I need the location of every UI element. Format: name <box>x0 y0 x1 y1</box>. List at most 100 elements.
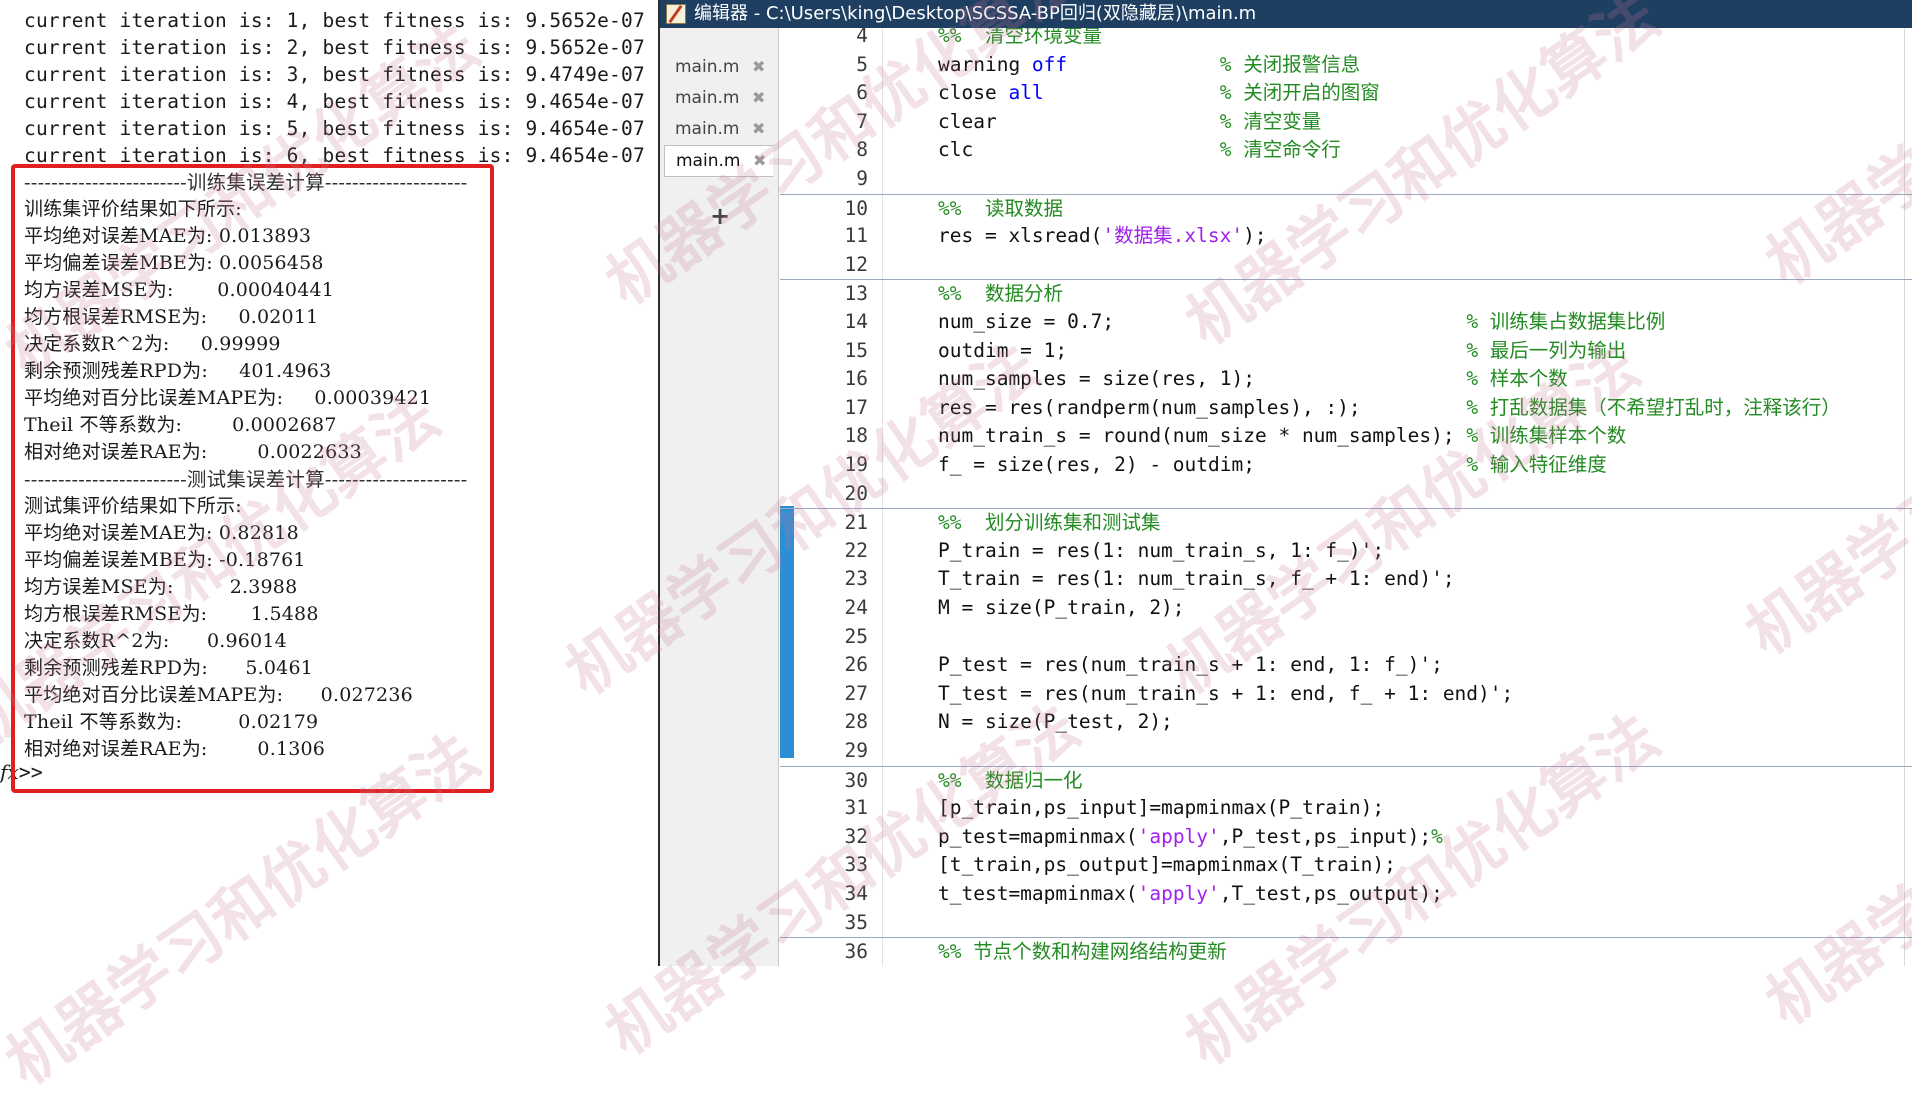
code-line[interactable]: 10%% 读取数据 <box>780 194 1912 223</box>
code-token: M = size(P_train, 2); <box>938 596 1185 619</box>
iteration-line: current iteration is: 4, best fitness is… <box>24 88 658 115</box>
code-text: %% 划分训练集和测试集 <box>938 509 1160 537</box>
code-token: close <box>938 81 1008 104</box>
code-comment: % 最后一列为输出 <box>1466 339 1626 362</box>
file-tab-label: main.m <box>675 52 739 82</box>
code-line[interactable]: 27T_test = res(num_train_s + 1: end, f_ … <box>780 680 1912 708</box>
code-line[interactable]: 33[t_train,ps_output]=mapminmax(T_train)… <box>780 851 1912 879</box>
code-line[interactable]: 26 P_test = res(num_train_s + 1: end, 1: … <box>780 651 1912 679</box>
code-line[interactable]: 14num_size = 0.7; % 训练集占数据集比例 <box>780 308 1912 336</box>
code-line[interactable]: 32p_test=mapminmax('apply',P_test,ps_inp… <box>780 823 1912 851</box>
line-number: 5 <box>780 51 868 79</box>
file-tab[interactable]: main.m ✖ <box>664 52 772 82</box>
code-line[interactable]: 17res = res(randperm(num_samples), :); %… <box>780 394 1912 422</box>
code-line[interactable]: 20 <box>780 480 1912 508</box>
code-line[interactable]: 22P_train = res(1: num_train_s, 1: f_)'; <box>780 537 1912 565</box>
code-token: clear <box>938 110 1220 133</box>
code-line[interactable]: 29 <box>780 737 1912 765</box>
code-token: [t_train,ps_output]=mapminmax(T_train); <box>938 853 1396 876</box>
code-token: f_ = size(res, 2) - outdim; <box>938 453 1466 476</box>
code-token: outdim = 1; <box>938 339 1466 362</box>
close-icon[interactable]: ✖ <box>752 114 765 144</box>
code-line[interactable]: 11 res = xlsread('数据集.xlsx'); <box>780 222 1912 250</box>
line-number: 8 <box>780 136 868 164</box>
iteration-line: current iteration is: 1, best fitness is… <box>24 7 658 34</box>
code-line[interactable]: 19f_ = size(res, 2) - outdim; % 输入特征维度 <box>780 451 1912 479</box>
line-number: 11 <box>780 222 868 250</box>
code-line[interactable]: 15 outdim = 1; % 最后一列为输出 <box>780 337 1912 365</box>
close-icon[interactable]: ✖ <box>752 52 765 82</box>
line-number: 28 <box>780 708 868 736</box>
code-token: ); <box>1243 224 1266 247</box>
file-tab[interactable]: main.m ✖ <box>664 83 772 113</box>
code-line[interactable]: 21%% 划分训练集和测试集 <box>780 508 1912 537</box>
code-comment: %% 划分训练集和测试集 <box>938 511 1160 534</box>
line-number: 26 <box>780 651 868 679</box>
editor-title: 编辑器 - C:\Users\king\Desktop\SCSSA-BP回归(双… <box>694 0 1256 28</box>
file-tab-active[interactable]: main.m ✖ <box>664 145 773 177</box>
line-number: 30 <box>780 767 868 795</box>
code-line[interactable]: 18 num_train_s = round(num_size * num_sam… <box>780 422 1912 450</box>
code-text: %% 读取数据 <box>938 195 1063 223</box>
editor-window[interactable]: 编辑器 - C:\Users\king\Desktop\SCSSA-BP回归(双… <box>660 0 1912 966</box>
code-text: %% 数据归一化 <box>938 767 1082 795</box>
code-text: %% 数据分析 <box>938 280 1063 308</box>
code-text: num_train_s = round(num_size * num_sampl… <box>938 422 1626 450</box>
code-line[interactable]: 5 warning off % 关闭报警信息 <box>780 51 1912 79</box>
line-number: 15 <box>780 337 868 365</box>
code-token: [p_train,ps_input]=mapminmax(P_train); <box>938 796 1384 819</box>
code-text: num_size = 0.7; % 训练集占数据集比例 <box>938 308 1665 336</box>
code-string: 'apply' <box>1138 825 1220 848</box>
command-window[interactable]: current iteration is: 1, best fitness is… <box>0 0 660 966</box>
code-line[interactable]: 23T_train = res(1: num_train_s, f_ + 1: … <box>780 565 1912 593</box>
code-text: %% 节点个数和构建网络结构更新 <box>938 938 1227 966</box>
code-area[interactable]: 4%% 清空环境变量5 warning off % 关闭报警信息6close al… <box>780 28 1912 966</box>
code-text: T_test = res(num_train_s + 1: end, f_ + … <box>938 680 1513 708</box>
code-line[interactable]: 4%% 清空环境变量 <box>780 28 1912 50</box>
code-comment: % 输入特征维度 <box>1466 453 1606 476</box>
code-line[interactable]: 30 %% 数据归一化 <box>780 766 1912 795</box>
code-comment: %% 清空环境变量 <box>938 28 1102 47</box>
code-line[interactable]: 31[p_train,ps_input]=mapminmax(P_train); <box>780 794 1912 822</box>
code-line[interactable]: 6close all % 关闭开启的图窗 <box>780 79 1912 107</box>
code-line[interactable]: 28N = size(P_test, 2); <box>780 708 1912 736</box>
file-tab[interactable]: main.m ✖ <box>664 114 772 144</box>
code-text: P_test = res(num_train_s + 1: end, 1: f_… <box>938 651 1443 679</box>
code-text: M = size(P_train, 2); <box>938 594 1185 622</box>
line-number: 18 <box>780 422 868 450</box>
code-comment: % 打乱数据集（不希望打乱时，注释该行） <box>1466 396 1840 419</box>
code-token: res = xlsread( <box>938 224 1102 247</box>
code-line[interactable]: 34t_test=mapminmax('apply',T_test,ps_out… <box>780 880 1912 908</box>
code-comment: %% 节点个数和构建网络结构更新 <box>938 940 1227 963</box>
code-comment: % 清空命令行 <box>1220 138 1341 161</box>
file-tab-strip: main.m ✖ main.m ✖ main.m ✖ main.m ✖ + <box>660 28 779 966</box>
code-line[interactable]: 12 <box>780 251 1912 279</box>
code-text: num_samples = size(res, 1); % 样本个数 <box>938 365 1568 393</box>
line-number: 9 <box>780 165 868 193</box>
code-line[interactable]: 24M = size(P_train, 2); <box>780 594 1912 622</box>
code-line[interactable]: 16num_samples = size(res, 1); % 样本个数 <box>780 365 1912 393</box>
code-line[interactable]: 25 <box>780 623 1912 651</box>
code-line[interactable]: 7clear % 清空变量 <box>780 108 1912 136</box>
iteration-line: current iteration is: 5, best fitness is… <box>24 115 658 142</box>
close-icon[interactable]: ✖ <box>752 83 765 113</box>
code-text: warning off % 关闭报警信息 <box>938 51 1360 79</box>
code-token: num_samples = size(res, 1); <box>938 367 1466 390</box>
code-token: ,P_test,ps_input); <box>1220 825 1431 848</box>
add-tab-icon[interactable]: + <box>710 202 730 230</box>
editor-title-bar[interactable]: 编辑器 - C:\Users\king\Desktop\SCSSA-BP回归(双… <box>660 0 1912 28</box>
code-token <box>1044 81 1220 104</box>
code-line[interactable]: 36%% 节点个数和构建网络结构更新 <box>780 937 1912 966</box>
code-token: res = res(randperm(num_samples), :); <box>938 396 1466 419</box>
code-line[interactable]: 9 <box>780 165 1912 193</box>
code-comment: %% 数据归一化 <box>938 769 1082 792</box>
code-line[interactable]: 8clc % 清空命令行 <box>780 136 1912 164</box>
code-comment: % 关闭开启的图窗 <box>1220 81 1380 104</box>
code-keyword: off <box>1032 53 1067 76</box>
code-text: res = xlsread('数据集.xlsx'); <box>938 222 1267 250</box>
close-icon[interactable]: ✖ <box>753 146 766 176</box>
iteration-line: current iteration is: 3, best fitness is… <box>24 61 658 88</box>
code-line[interactable]: 13%% 数据分析 <box>780 279 1912 308</box>
code-comment: % 训练集样本个数 <box>1466 424 1626 447</box>
code-line[interactable]: 35 <box>780 909 1912 937</box>
